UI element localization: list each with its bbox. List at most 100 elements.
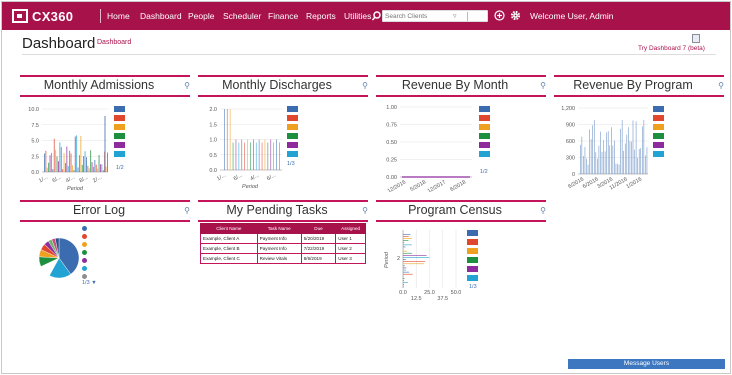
nav-item-home[interactable]: Home xyxy=(107,11,130,21)
nav-item-scheduler[interactable]: Scheduler xyxy=(223,11,261,21)
x-axis-title: Period xyxy=(242,184,259,190)
legend-pager[interactable]: 1/2 xyxy=(116,165,124,171)
bar xyxy=(62,169,64,172)
client-search[interactable]: ▿ xyxy=(382,10,488,22)
bar xyxy=(80,135,82,172)
zoom-icon[interactable]: ⚲ xyxy=(362,81,368,90)
y-tick-label: 2 xyxy=(397,256,400,262)
widget-bottom-rule xyxy=(20,220,190,222)
legend-pager[interactable]: 1/3 ▼ xyxy=(82,280,97,286)
nav-item-people[interactable]: People xyxy=(188,11,214,21)
zoom-icon[interactable]: ⚲ xyxy=(362,206,368,215)
table-row[interactable]: Example, Client C Review Vitals 8/6/2019… xyxy=(200,253,366,264)
legend-swatch[interactable] xyxy=(479,106,490,112)
legend-dot[interactable] xyxy=(82,226,87,231)
legend-pager[interactable]: 1/3 xyxy=(469,284,477,290)
legend-swatch[interactable] xyxy=(479,124,490,130)
widget-monthly-admissions: Monthly Admissions ⚲ 10.0 7.5 5.0 2.5 0.0 1/.… xyxy=(20,75,190,195)
app-logo[interactable]: CX360 xyxy=(12,8,90,24)
legend-swatch[interactable] xyxy=(653,106,664,112)
table-row[interactable]: Example, Client B Payment Info 7/22/2019… xyxy=(200,243,366,254)
legend-swatch[interactable] xyxy=(479,151,490,157)
legend-swatch[interactable] xyxy=(653,151,664,157)
column-header[interactable]: Task Name xyxy=(256,223,302,234)
legend-swatch[interactable] xyxy=(467,275,478,281)
legend-dot[interactable] xyxy=(82,242,87,247)
legend-swatch[interactable] xyxy=(287,142,298,148)
legend-swatch[interactable] xyxy=(114,115,125,121)
gear-icon[interactable] xyxy=(510,10,521,21)
legend-swatch[interactable] xyxy=(287,124,298,130)
legend-swatch[interactable] xyxy=(287,133,298,139)
legend-pager[interactable]: 1/2 xyxy=(480,169,488,175)
try-dashboard-link[interactable]: Try Dashboard 7 (beta) xyxy=(638,45,705,52)
search-icon[interactable] xyxy=(372,11,381,21)
bar xyxy=(403,252,413,254)
zoom-icon[interactable]: ⚲ xyxy=(540,206,546,215)
legend-dot[interactable] xyxy=(82,250,87,255)
nav-item-reports[interactable]: Reports xyxy=(306,11,336,21)
legend-swatch[interactable] xyxy=(287,106,298,112)
error-log-pie[interactable] xyxy=(34,236,84,286)
bar xyxy=(247,139,248,170)
legend-swatch[interactable] xyxy=(467,266,478,272)
legend-swatch[interactable] xyxy=(114,106,125,112)
discharges-chart[interactable]: 2.0 1.5 1.0 0.5 0.01/... 6/... 4/... 6/... Perio… xyxy=(198,102,323,192)
y-tick-label: 1.00 xyxy=(386,105,397,111)
admissions-chart[interactable]: 10.0 7.5 5.0 2.5 0.01/... 6/... 4/... 8/... 2/..… xyxy=(20,102,145,192)
legend-swatch[interactable] xyxy=(467,248,478,254)
bar xyxy=(586,158,587,174)
filter-icon[interactable]: ▿ xyxy=(453,12,457,20)
legend-swatch[interactable] xyxy=(114,151,125,157)
legend-swatch[interactable] xyxy=(479,142,490,148)
legend-swatch[interactable] xyxy=(479,133,490,139)
legend-pager[interactable]: 1/3 xyxy=(287,161,295,167)
legend-swatch[interactable] xyxy=(287,151,298,157)
legend-swatch[interactable] xyxy=(467,230,478,236)
legend-dot[interactable] xyxy=(82,274,87,279)
legend-swatch[interactable] xyxy=(653,115,664,121)
carousel-dots[interactable] xyxy=(223,367,237,373)
zoom-icon[interactable]: ⚲ xyxy=(184,206,190,215)
nav-item-dashboard[interactable]: Dashboard xyxy=(140,11,182,21)
zoom-icon[interactable]: ⚲ xyxy=(540,81,546,90)
welcome-user[interactable]: Welcome User, Admin xyxy=(530,11,613,21)
column-header[interactable]: Client Name xyxy=(200,223,258,234)
table-row[interactable]: Example, Client A Payment Info 5/20/2019… xyxy=(200,233,366,244)
message-users-button[interactable]: Message Users xyxy=(568,359,725,369)
legend-swatch[interactable] xyxy=(114,142,125,148)
legend-swatch[interactable] xyxy=(114,133,125,139)
nav-item-finance[interactable]: Finance xyxy=(268,11,298,21)
bar xyxy=(56,156,58,172)
legend-swatch[interactable] xyxy=(467,239,478,245)
bar xyxy=(53,138,55,172)
legend-swatch[interactable] xyxy=(479,115,490,121)
legend-swatch[interactable] xyxy=(114,124,125,130)
x-tick-label: 2/... xyxy=(92,174,103,184)
pager-down-icon[interactable]: ▼ xyxy=(91,280,96,286)
nav-separator xyxy=(100,9,101,23)
bar xyxy=(258,139,260,170)
legend-dot[interactable] xyxy=(82,266,87,271)
column-header[interactable]: Due xyxy=(300,223,337,234)
search-input[interactable] xyxy=(385,11,445,21)
zoom-icon[interactable]: ⚲ xyxy=(184,81,190,90)
zoom-icon[interactable]: ⚲ xyxy=(718,81,724,90)
legend-swatch[interactable] xyxy=(653,124,664,130)
legend-dot[interactable] xyxy=(82,258,87,263)
document-icon[interactable] xyxy=(692,34,700,43)
widget-title: My Pending Tasks xyxy=(226,203,328,217)
breadcrumb[interactable]: Dashboard xyxy=(97,39,131,46)
bar xyxy=(403,255,427,256)
add-circle-icon[interactable] xyxy=(494,10,505,21)
legend-dot[interactable] xyxy=(82,234,87,239)
legend-swatch[interactable] xyxy=(653,133,664,139)
census-chart[interactable]: 0.0 12.525.037.550.0 2 Period xyxy=(376,226,471,336)
nav-item-utilities[interactable]: Utilities xyxy=(344,11,371,21)
legend-swatch[interactable] xyxy=(467,257,478,263)
bar xyxy=(83,156,85,172)
legend-swatch[interactable] xyxy=(653,142,664,148)
bar xyxy=(60,147,62,172)
column-header[interactable]: Assigned xyxy=(335,223,366,234)
legend-swatch[interactable] xyxy=(287,115,298,121)
